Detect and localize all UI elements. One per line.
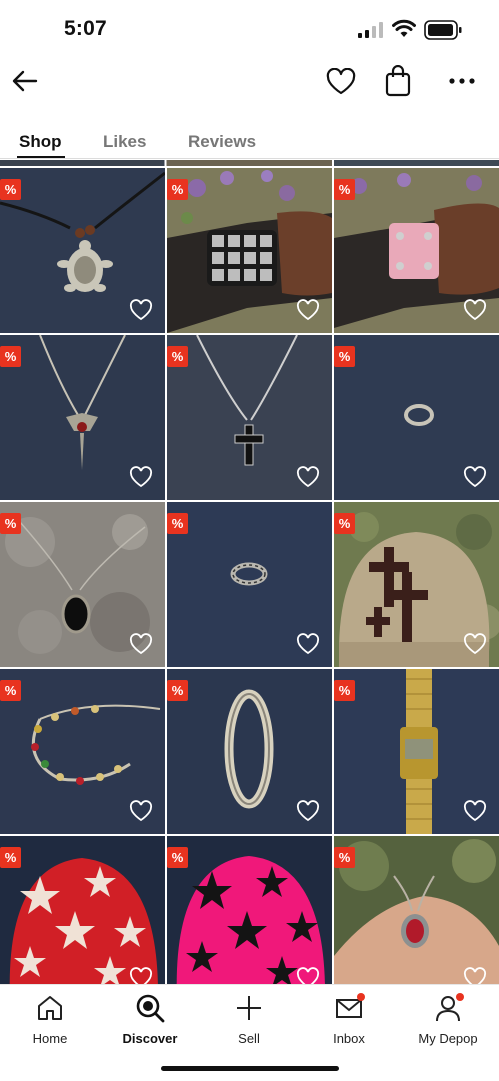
sale-badge: %: [167, 680, 188, 701]
nav-label: My Depop: [418, 1031, 478, 1046]
product-tile[interactable]: %: [334, 335, 499, 500]
product-photo-red-star-beanie: [0, 836, 165, 984]
favorite-button[interactable]: [324, 64, 358, 98]
battery-icon: [424, 20, 462, 40]
product-tile[interactable]: %: [0, 502, 165, 667]
product-tile[interactable]: %: [167, 335, 332, 500]
product-tile[interactable]: %: [0, 669, 165, 834]
sale-badge: %: [334, 847, 355, 868]
sale-badge: %: [0, 513, 21, 534]
plus-icon: [237, 996, 261, 1020]
nav-inbox[interactable]: Inbox: [299, 991, 399, 1055]
heart-icon[interactable]: [129, 466, 153, 488]
nav-label: Sell: [238, 1031, 260, 1046]
nav-my-depop[interactable]: My Depop: [398, 991, 498, 1055]
nav-label: Inbox: [333, 1031, 365, 1046]
heart-icon[interactable]: [296, 466, 320, 488]
heart-icon[interactable]: [463, 800, 487, 822]
nav-label: Home: [32, 1031, 68, 1046]
status-bar: 5:07: [0, 0, 499, 60]
profile-tabs: Shop Likes Reviews: [0, 128, 499, 160]
back-arrow-icon: [12, 70, 38, 92]
status-time: 5:07: [64, 17, 107, 40]
product-grid: % % % % % % % % % % % % % % %: [0, 160, 499, 984]
cellular-signal-icon: [358, 22, 383, 38]
heart-icon[interactable]: [463, 299, 487, 321]
more-options-button[interactable]: [444, 64, 480, 98]
heart-icon: [326, 67, 356, 94]
sale-badge: %: [334, 513, 355, 534]
heart-icon[interactable]: [129, 800, 153, 822]
tab-shop[interactable]: Shop: [19, 132, 62, 152]
sale-badge: %: [167, 513, 188, 534]
notification-dot: [456, 993, 464, 1001]
sale-badge: %: [334, 680, 355, 701]
notification-dot: [357, 993, 365, 1001]
top-nav-bar: [0, 58, 499, 104]
nav-home[interactable]: Home: [0, 991, 100, 1055]
product-tile[interactable]: %: [334, 669, 499, 834]
divider: [0, 158, 499, 159]
heart-icon[interactable]: [129, 967, 153, 984]
heart-icon[interactable]: [463, 967, 487, 984]
more-icon: [449, 78, 475, 84]
heart-icon[interactable]: [296, 800, 320, 822]
sale-badge: %: [334, 179, 355, 200]
product-tile[interactable]: %: [167, 669, 332, 834]
product-tile[interactable]: %: [167, 836, 332, 984]
sale-badge: %: [0, 179, 21, 200]
tab-reviews[interactable]: Reviews: [188, 132, 256, 152]
tab-likes[interactable]: Likes: [103, 132, 146, 152]
product-tile[interactable]: %: [0, 168, 165, 333]
product-tile[interactable]: %: [167, 502, 332, 667]
home-icon: [38, 996, 62, 1020]
sale-badge: %: [167, 847, 188, 868]
heart-icon[interactable]: [129, 633, 153, 655]
product-tile[interactable]: %: [167, 168, 332, 333]
previous-row-edge: [0, 160, 499, 166]
sale-badge: %: [0, 680, 21, 701]
heart-icon[interactable]: [296, 299, 320, 321]
heart-icon[interactable]: [296, 633, 320, 655]
product-photo-red-gem-necklace: [334, 836, 499, 984]
product-tile[interactable]: %: [0, 335, 165, 500]
back-button[interactable]: [8, 64, 42, 98]
product-tile[interactable]: %: [334, 836, 499, 984]
nav-label: Discover: [122, 1031, 178, 1046]
product-tile[interactable]: %: [0, 836, 165, 984]
wifi-icon: [392, 19, 416, 37]
sale-badge: %: [334, 346, 355, 367]
heart-icon[interactable]: [463, 633, 487, 655]
sale-badge: %: [0, 346, 21, 367]
sale-badge: %: [167, 179, 188, 200]
nav-sell[interactable]: Sell: [199, 991, 299, 1055]
sale-badge: %: [0, 847, 21, 868]
nav-discover[interactable]: Discover: [100, 991, 200, 1055]
search-icon: [136, 994, 165, 1023]
product-tile[interactable]: %: [334, 502, 499, 667]
heart-icon[interactable]: [129, 299, 153, 321]
shopping-bag-icon: [385, 65, 411, 97]
sale-badge: %: [167, 346, 188, 367]
home-indicator: [161, 1066, 339, 1071]
heart-icon[interactable]: [463, 466, 487, 488]
product-tile[interactable]: %: [334, 168, 499, 333]
product-photo-pink-star-beanie: [167, 836, 332, 984]
heart-icon[interactable]: [296, 967, 320, 984]
bag-button[interactable]: [381, 63, 415, 99]
